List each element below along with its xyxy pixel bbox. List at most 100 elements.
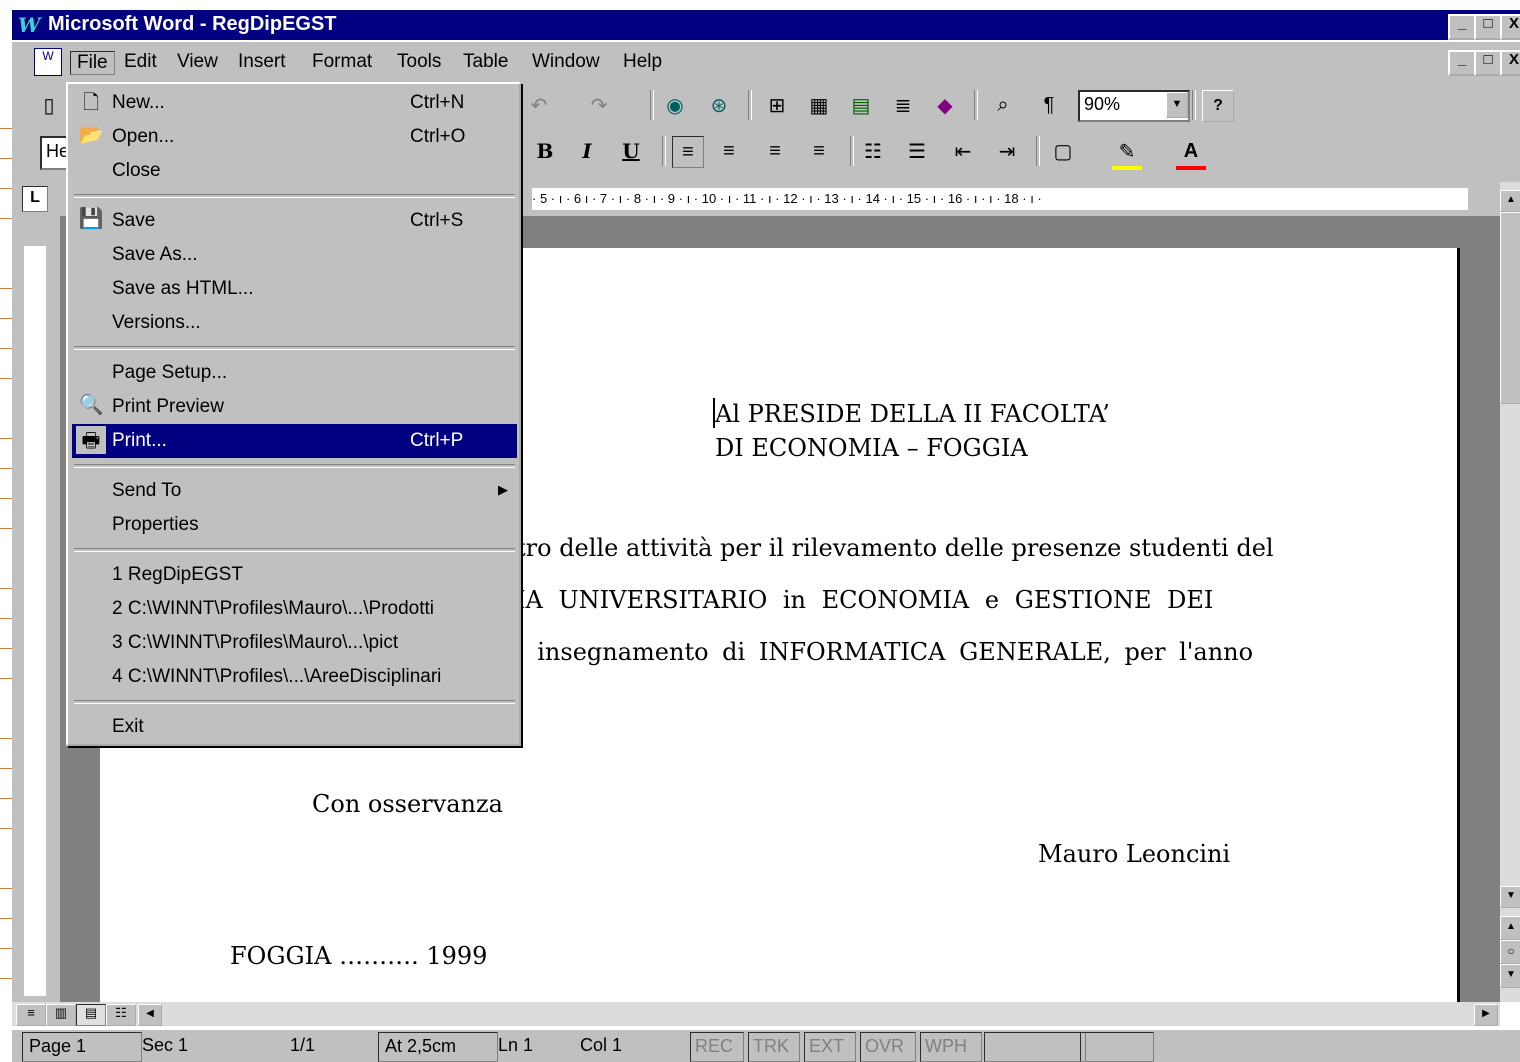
status-bar: Page 1 Sec 1 1/1 At 2,5cm Ln 1 Col 1 REC…	[12, 1030, 1520, 1062]
prev-page-icon[interactable]: ▲	[1500, 916, 1520, 940]
print-layout-icon[interactable]: ▤	[76, 1004, 106, 1026]
scroll-down-icon[interactable]: ▼	[1500, 886, 1520, 908]
decrease-indent-icon[interactable]: ⇤	[948, 136, 978, 166]
justify-icon[interactable]: ≡	[804, 136, 834, 166]
new-doc-toolbar-icon[interactable]: ▯	[34, 90, 64, 120]
doc-close-button[interactable]: X	[1500, 50, 1520, 76]
menu-window[interactable]: Window	[526, 51, 606, 73]
new-doc-icon: 🗋	[82, 92, 100, 114]
doc-restore-button[interactable]: □	[1474, 50, 1502, 76]
menu-item-open[interactable]: 📂 Open... Ctrl+O	[72, 120, 517, 154]
help-icon[interactable]: ?	[1202, 90, 1234, 122]
status-rec[interactable]: REC	[690, 1032, 744, 1062]
menu-item-save-as-html[interactable]: Save as HTML...	[72, 272, 517, 306]
title-bar: W Microsoft Word - RegDipEGST _ □ X	[12, 10, 1520, 40]
menu-item-label: Save	[112, 210, 156, 231]
status-empty	[1080, 1032, 1154, 1062]
menu-item-close[interactable]: Close	[72, 154, 517, 188]
menu-item-label: 1 RegDipEGST	[112, 564, 243, 585]
document-map-icon[interactable]: ⌕	[988, 90, 1018, 120]
document-icon[interactable]: W	[34, 48, 62, 76]
maximize-button[interactable]: □	[1474, 14, 1502, 40]
vertical-scrollbar[interactable]: ▲ ▼ ▲ ○ ▼	[1500, 182, 1520, 1002]
open-folder-icon: 📂	[78, 124, 104, 146]
menu-item-save-as[interactable]: Save As...	[72, 238, 517, 272]
menu-item-print-preview[interactable]: 🔍 Print Preview	[72, 390, 517, 424]
menu-format[interactable]: Format	[306, 51, 378, 73]
status-ext[interactable]: EXT	[804, 1032, 856, 1062]
increase-indent-icon[interactable]: ⇥	[992, 136, 1022, 166]
web-toolbar-icon[interactable]: ◉	[660, 90, 690, 120]
align-left-icon[interactable]: ≡	[672, 136, 704, 168]
doc-minimize-button[interactable]: _	[1448, 50, 1476, 76]
body-line-2: IA UNIVERSITARIO in ECONOMIA e GESTIONE …	[516, 586, 1214, 614]
outline-view-icon[interactable]: ☷	[106, 1004, 136, 1026]
next-page-icon[interactable]: ▼	[1500, 964, 1520, 988]
italic-icon[interactable]: I	[572, 136, 602, 166]
highlight-icon[interactable]: ✎	[1112, 136, 1142, 170]
menu-item-recent-1[interactable]: 1 RegDipEGST	[72, 558, 517, 592]
scroll-thumb[interactable]	[1500, 212, 1520, 404]
status-trk[interactable]: TRK	[748, 1032, 800, 1062]
align-center-icon[interactable]: ≡	[714, 136, 744, 166]
underline-icon[interactable]: U	[616, 136, 646, 166]
menu-item-recent-3[interactable]: 3 C:\WINNT\Profiles\Mauro\...\pict	[72, 626, 517, 660]
chevron-down-icon[interactable]: ▼	[1166, 92, 1188, 118]
menu-item-shortcut: Ctrl+O	[410, 126, 466, 147]
tab-selector[interactable]: L	[22, 186, 48, 212]
printer-icon: 🖶	[76, 426, 106, 454]
menu-tools[interactable]: Tools	[391, 51, 447, 73]
zoom-select[interactable]: 90% ▼	[1078, 90, 1190, 122]
bold-icon[interactable]: B	[530, 136, 560, 166]
menu-item-page-setup[interactable]: Page Setup...	[72, 356, 517, 390]
insert-excel-icon[interactable]: ▤	[846, 90, 876, 120]
show-formatting-icon[interactable]: ¶	[1034, 90, 1064, 120]
menu-item-save[interactable]: 💾 Save Ctrl+S	[72, 204, 517, 238]
menu-item-label: 4 C:\WINNT\Profiles\...\AreeDisciplinari	[112, 666, 442, 687]
normal-view-icon[interactable]: ≡	[16, 1004, 46, 1026]
web-layout-icon[interactable]: ▥	[46, 1004, 76, 1026]
horizontal-scrollbar[interactable]: ≡ ▥ ▤ ☷ ◀ ▶	[12, 1002, 1500, 1026]
menu-item-recent-2[interactable]: 2 C:\WINNT\Profiles\Mauro\...\Prodotti	[72, 592, 517, 626]
menu-table[interactable]: Table	[457, 51, 514, 73]
menu-item-print[interactable]: 🖶 Print... Ctrl+P	[72, 424, 517, 458]
print-preview-icon: 🔍	[78, 394, 104, 416]
scroll-right-icon[interactable]: ▶	[1474, 1004, 1498, 1026]
menu-view[interactable]: View	[171, 51, 224, 73]
menu-item-versions[interactable]: Versions...	[72, 306, 517, 340]
place-date-text: FOGGIA ………. 1999	[230, 942, 488, 970]
drawing-icon[interactable]: ◆	[930, 90, 960, 120]
window-title: Microsoft Word - RegDipEGST	[48, 13, 337, 35]
menu-item-new[interactable]: 🗋 New... Ctrl+N	[72, 86, 517, 120]
menu-item-recent-4[interactable]: 4 C:\WINNT\Profiles\...\AreeDisciplinari	[72, 660, 517, 694]
status-at: At 2,5cm	[378, 1032, 498, 1062]
tables-borders-icon[interactable]: ⊞	[762, 90, 792, 120]
scroll-up-icon[interactable]: ▲	[1500, 190, 1520, 212]
numbering-icon[interactable]: ☷	[858, 136, 888, 166]
status-ovr[interactable]: OVR	[860, 1032, 916, 1062]
menu-help[interactable]: Help	[617, 51, 668, 73]
select-browse-icon[interactable]: ○	[1500, 940, 1520, 964]
bullets-icon[interactable]: ☰	[902, 136, 932, 166]
status-wph[interactable]: WPH	[920, 1032, 982, 1062]
menu-item-exit[interactable]: Exit	[72, 710, 517, 744]
menu-item-label: Print Preview	[112, 396, 224, 417]
borders-icon[interactable]: ▢	[1048, 136, 1078, 166]
menu-edit[interactable]: Edit	[118, 51, 163, 73]
save-disk-icon: 💾	[78, 208, 104, 230]
vertical-ruler	[12, 216, 60, 1002]
undo-icon[interactable]: ↶	[524, 90, 554, 120]
menu-item-properties[interactable]: Properties	[72, 508, 517, 542]
menu-insert[interactable]: Insert	[232, 51, 292, 73]
redo-icon[interactable]: ↷	[584, 90, 614, 120]
columns-icon[interactable]: ≣	[888, 90, 918, 120]
menu-file[interactable]: File	[70, 51, 115, 75]
minimize-button[interactable]: _	[1448, 14, 1476, 40]
menu-item-send-to[interactable]: Send To ▶	[72, 474, 517, 508]
scroll-left-icon[interactable]: ◀	[138, 1004, 162, 1026]
insert-table-icon[interactable]: ▦	[804, 90, 834, 120]
close-button[interactable]: X	[1500, 14, 1520, 40]
align-right-icon[interactable]: ≡	[760, 136, 790, 166]
font-color-icon[interactable]: A	[1176, 136, 1206, 170]
hyperlink-icon[interactable]: ⊛	[704, 90, 734, 120]
